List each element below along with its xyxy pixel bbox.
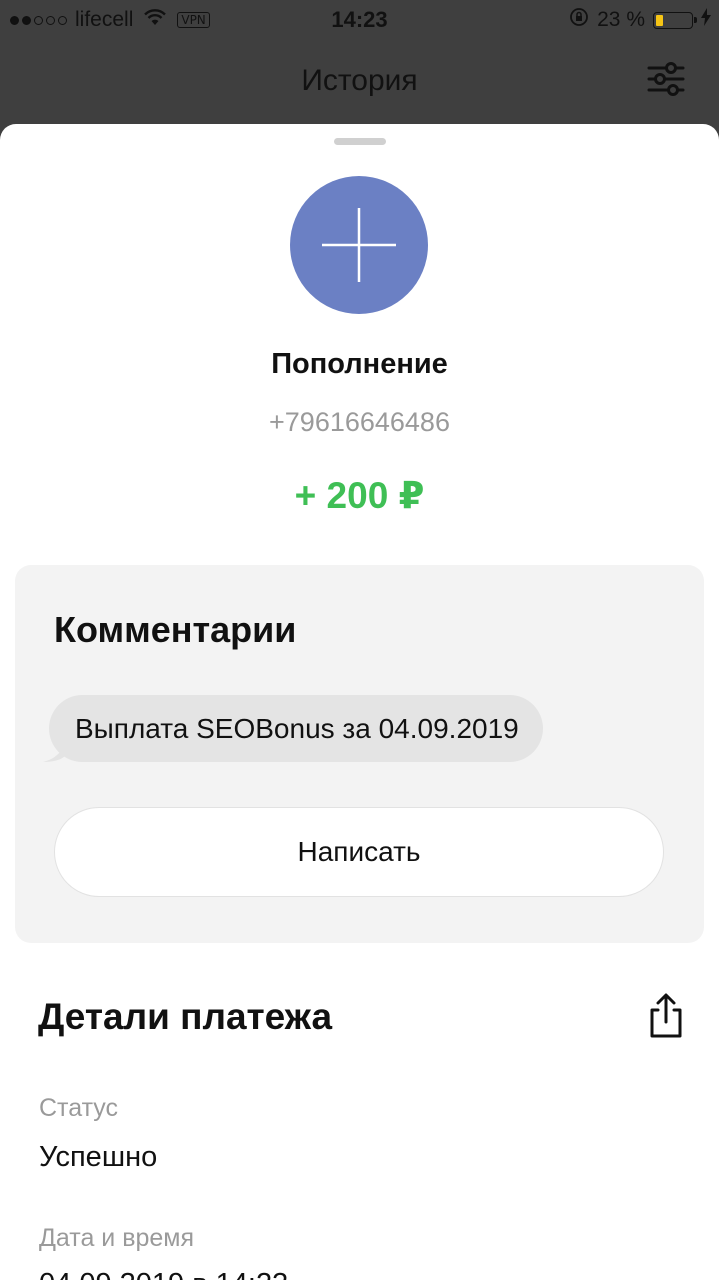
rotation-lock-icon [569, 7, 589, 33]
comments-title: Комментарии [54, 609, 297, 650]
bubble-tail [43, 740, 65, 762]
comment-text: Выплата SEOBonus за 04.09.2019 [75, 713, 519, 744]
comment-bubble: Выплата SEOBonus за 04.09.2019 [43, 695, 543, 762]
page-title: История [301, 64, 418, 97]
transaction-avatar [290, 176, 428, 314]
comments-card: Комментарии Выплата SEOBonus за 04.09.20… [15, 565, 704, 943]
status-bar: lifecell VPN 14:23 23 % [0, 0, 719, 40]
status-value: Успешно [39, 1141, 158, 1173]
transaction-sheet: Пополнение +79616646486 + 200 ₽ Коммента… [0, 124, 719, 1280]
sliders-icon [647, 62, 685, 96]
share-button[interactable] [644, 992, 688, 1040]
filter-button[interactable] [647, 60, 685, 98]
comment-list: Выплата SEOBonus за 04.09.2019 [43, 695, 543, 762]
write-comment-button[interactable]: Написать [54, 807, 664, 897]
nav-bar: История [0, 40, 719, 124]
status-right: 23 % [569, 7, 711, 33]
transaction-phone: +79616646486 [269, 407, 450, 437]
transaction-amount: + 200 ₽ [294, 475, 425, 516]
datetime-label: Дата и время [39, 1224, 195, 1252]
status-label: Статус [39, 1094, 119, 1122]
share-icon [650, 993, 682, 1038]
battery-percent: 23 % [597, 8, 645, 31]
details-title: Детали платежа [38, 996, 333, 1037]
charging-bolt-icon [701, 8, 711, 32]
transaction-title: Пополнение [271, 348, 448, 380]
sheet-grabber[interactable] [334, 138, 386, 145]
datetime-value: 04.09.2019 в 14:23 [39, 1268, 288, 1280]
plus-icon [322, 208, 396, 282]
battery-icon [653, 11, 697, 29]
